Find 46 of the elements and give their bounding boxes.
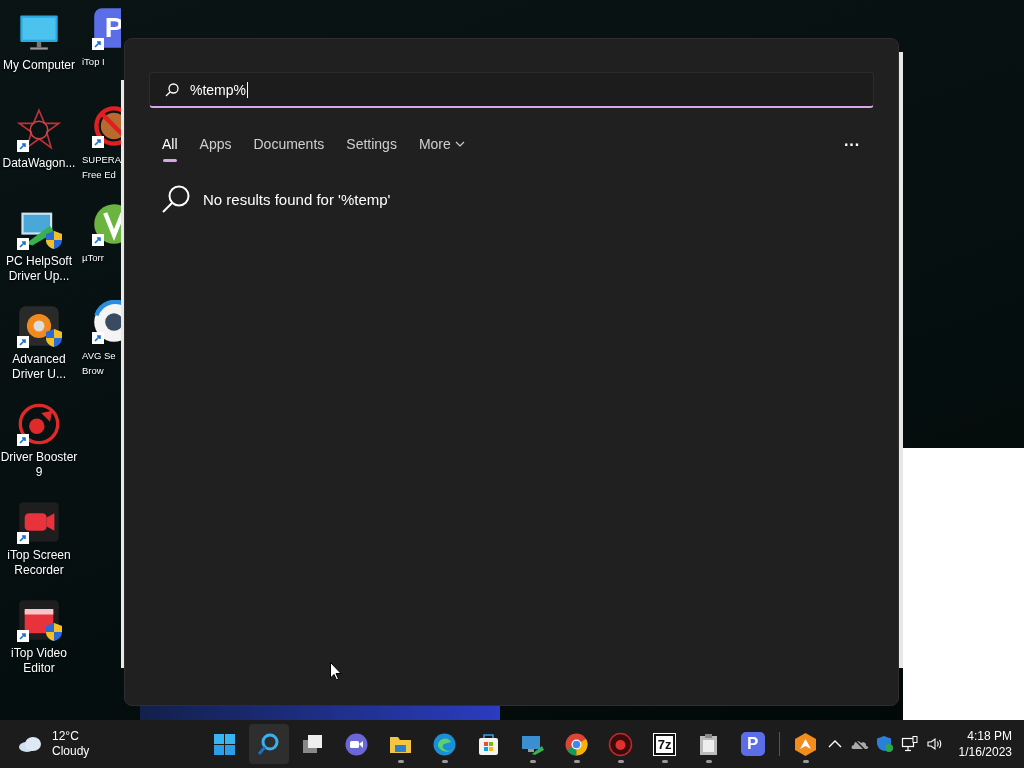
search-field[interactable]: %temp% <box>149 72 874 108</box>
clock-date: 1/16/2023 <box>958 744 1012 760</box>
search-icon <box>161 184 191 214</box>
filter-tab[interactable]: Apps <box>190 128 241 162</box>
weather-condition: Cloudy <box>52 744 90 759</box>
no-results-message: No results found for '%temp' <box>203 190 391 208</box>
search-button[interactable] <box>248 724 289 764</box>
desktop-icon-label: iTop Video Editor <box>10 646 68 676</box>
app-shortcut-icon[interactable] <box>17 304 61 348</box>
chevron-down-icon <box>454 140 465 148</box>
desktop-icon-label: My Computer <box>3 58 75 73</box>
desktop-icon-label: DataWagon... <box>2 156 76 171</box>
desktop-icon-label: AVG Se <box>82 349 116 363</box>
app-shortcut-icon[interactable] <box>17 402 61 446</box>
browser-logo-icon <box>564 731 590 757</box>
windows-logo-icon <box>212 731 238 757</box>
filter-tab[interactable]: All <box>153 128 187 162</box>
shield-icon[interactable] <box>875 735 894 753</box>
cloud-icon <box>18 736 44 752</box>
app-shortcut-icon[interactable] <box>17 598 61 642</box>
more-options-button[interactable]: ··· <box>834 132 870 158</box>
app-shortcut-icon[interactable] <box>17 108 61 152</box>
desktop-icon-label: Advanced Driver U... <box>11 352 67 382</box>
desktop-icon-label: Free Ed <box>82 168 117 182</box>
clock-time: 4:18 PM <box>967 728 1012 744</box>
desktop-icon-label: iTop Screen Recorder <box>6 548 72 578</box>
network-icon[interactable] <box>900 735 919 753</box>
cursor-icon <box>330 662 342 681</box>
browser-logo-icon <box>432 731 458 757</box>
video-chat-icon <box>344 731 370 757</box>
pdf-app-button[interactable]: P <box>732 724 773 764</box>
hexagon-logo-icon <box>793 731 819 757</box>
desktop-icon-label: SUPERA <box>82 153 121 167</box>
desktop-icon-label: Brow <box>82 364 105 378</box>
desktop-icon-label: iTop I <box>82 55 105 69</box>
temperature-text: 12°C <box>52 729 80 744</box>
volume-icon[interactable] <box>925 735 944 753</box>
archiver-button[interactable]: 7z <box>644 724 685 764</box>
filter-tab[interactable]: More <box>409 128 474 162</box>
desktop-icon-label: Driver Booster 9 <box>0 450 78 480</box>
desktop-icon-label: PC HelpSoft Driver Up... <box>5 254 73 284</box>
desktop-icon-label: µTorr <box>82 251 104 265</box>
filter-tab[interactable]: Documents <box>244 128 334 162</box>
filter-tab[interactable]: Settings <box>337 128 406 162</box>
app-shortcut-icon[interactable] <box>17 500 61 544</box>
search-icon <box>164 81 180 98</box>
